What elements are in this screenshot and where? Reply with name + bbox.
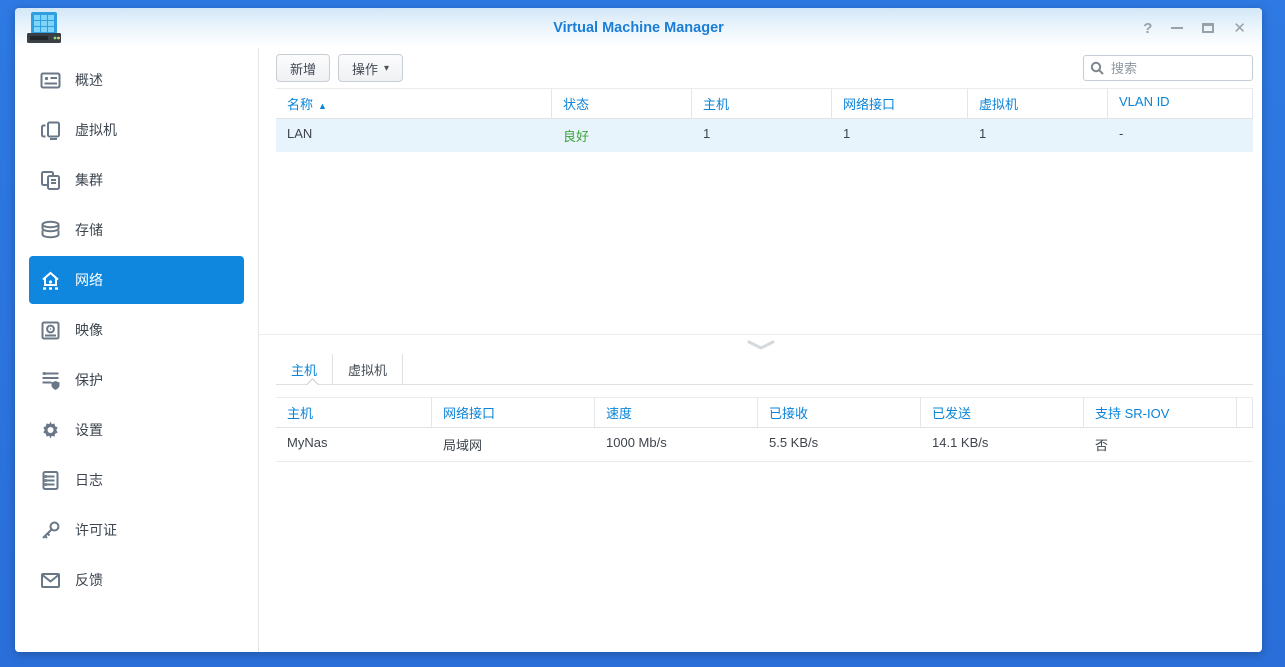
cell-vlan: - (1108, 119, 1253, 152)
sidebar-item-label: 日志 (75, 470, 103, 490)
cell-interface: 局域网 (432, 428, 595, 461)
column-header-sriov[interactable]: 支持 SR-IOV (1084, 398, 1237, 427)
cell-status: 良好 (552, 119, 692, 152)
image-icon (40, 320, 61, 341)
maximize-icon (1202, 23, 1214, 33)
action-button-label: 操作 (352, 59, 378, 78)
cell-received: 5.5 KB/s (758, 428, 921, 461)
column-header-speed[interactable]: 速度 (595, 398, 758, 427)
minimize-button[interactable] (1171, 27, 1183, 29)
cluster-icon (40, 170, 61, 191)
detail-tabs: 主机 虚拟机 (276, 354, 1253, 385)
help-icon: ? (1143, 21, 1152, 36)
host-row-mynas[interactable]: MyNas 局域网 1000 Mb/s 5.5 KB/s 14.1 KB/s 否 (276, 428, 1253, 462)
vmm-window: Virtual Machine Manager ? ✕ 概述 (15, 8, 1262, 652)
sidebar-item-settings[interactable]: 设置 (29, 406, 244, 454)
column-header-received[interactable]: 已接收 (758, 398, 921, 427)
vm-icon (40, 120, 61, 141)
cell-speed: 1000 Mb/s (595, 428, 758, 461)
vmm-app-icon (25, 11, 63, 45)
close-icon: ✕ (1233, 21, 1246, 36)
close-button[interactable]: ✕ (1233, 21, 1246, 36)
maximize-button[interactable] (1202, 23, 1214, 33)
search-box (1083, 55, 1253, 81)
sidebar-item-label: 存储 (75, 220, 103, 240)
storage-icon (40, 220, 61, 241)
column-header-vms[interactable]: 虚拟机 (968, 89, 1108, 118)
network-row-lan[interactable]: LAN 良好 1 1 1 - (276, 119, 1253, 152)
sidebar-item-cluster[interactable]: 集群 (29, 156, 244, 204)
chevron-down-icon (747, 340, 775, 350)
sidebar-item-log[interactable]: 日志 (29, 456, 244, 504)
column-header-host[interactable]: 主机 (276, 398, 432, 427)
sidebar-item-label: 虚拟机 (75, 120, 117, 140)
column-header-spacer (1237, 398, 1253, 427)
log-icon (40, 470, 61, 491)
sidebar-item-label: 反馈 (75, 570, 103, 590)
column-header-host[interactable]: 主机 (692, 89, 832, 118)
action-dropdown-button[interactable]: 操作 ▾ (338, 54, 403, 82)
sidebar-item-protection[interactable]: 保护 (29, 356, 244, 404)
add-button[interactable]: 新增 (276, 54, 330, 82)
network-icon (40, 270, 61, 291)
overview-icon (40, 70, 61, 91)
sidebar-item-vm[interactable]: 虚拟机 (29, 106, 244, 154)
column-header-vlan[interactable]: VLAN ID (1108, 89, 1253, 118)
cell-host: 1 (692, 119, 832, 152)
sidebar-item-label: 映像 (75, 320, 103, 340)
cell-sriov: 否 (1084, 428, 1237, 461)
window-controls: ? ✕ (1143, 8, 1246, 48)
main-panel: 新增 操作 ▾ (259, 48, 1262, 652)
column-header-interfaces[interactable]: 网络接口 (832, 89, 968, 118)
license-icon (40, 520, 61, 541)
minimize-icon (1171, 27, 1183, 29)
sidebar-item-license[interactable]: 许可证 (29, 506, 244, 554)
search-input[interactable] (1083, 55, 1253, 81)
sidebar-item-label: 网络 (75, 270, 103, 290)
sidebar: 概述 虚拟机 (15, 48, 259, 652)
cell-spacer (1237, 428, 1253, 461)
sort-asc-icon: ▲ (318, 101, 327, 111)
column-header-status[interactable]: 状态 (552, 89, 692, 118)
sidebar-item-image[interactable]: 映像 (29, 306, 244, 354)
sidebar-item-storage[interactable]: 存储 (29, 206, 244, 254)
cell-name: LAN (276, 119, 552, 152)
column-header-name[interactable]: 名称▲ (276, 89, 552, 118)
sidebar-item-label: 设置 (75, 420, 103, 440)
titlebar: Virtual Machine Manager ? ✕ (15, 8, 1262, 48)
toolbar: 新增 操作 ▾ (259, 48, 1262, 88)
column-header-sent[interactable]: 已发送 (921, 398, 1084, 427)
tab-host[interactable]: 主机 (276, 354, 333, 384)
feedback-icon (40, 570, 61, 591)
network-table-empty-area (259, 152, 1262, 334)
pane-splitter[interactable] (259, 334, 1262, 354)
caret-down-icon: ▾ (384, 63, 389, 74)
settings-icon (40, 420, 61, 441)
cell-vms: 1 (968, 119, 1108, 152)
sidebar-item-label: 概述 (75, 70, 103, 90)
network-table: 名称▲ 状态 主机 网络接口 虚拟机 VLAN ID LAN 良好 1 1 1 … (276, 88, 1253, 152)
sidebar-item-label: 集群 (75, 170, 103, 190)
page-title: Virtual Machine Manager (553, 20, 724, 36)
sidebar-item-label: 许可证 (75, 520, 117, 540)
cell-sent: 14.1 KB/s (921, 428, 1084, 461)
tab-vm[interactable]: 虚拟机 (333, 354, 403, 384)
sidebar-item-network[interactable]: 网络 (29, 256, 244, 304)
host-table: 主机 网络接口 速度 已接收 已发送 支持 SR-IOV MyNas 局域网 1… (276, 397, 1253, 462)
search-icon (1090, 61, 1104, 75)
sidebar-item-overview[interactable]: 概述 (29, 56, 244, 104)
sidebar-item-feedback[interactable]: 反馈 (29, 556, 244, 604)
add-button-label: 新增 (290, 59, 316, 78)
help-button[interactable]: ? (1143, 21, 1152, 36)
protection-icon (40, 370, 61, 391)
cell-host: MyNas (276, 428, 432, 461)
host-table-header: 主机 网络接口 速度 已接收 已发送 支持 SR-IOV (276, 397, 1253, 428)
cell-interfaces: 1 (832, 119, 968, 152)
network-table-header: 名称▲ 状态 主机 网络接口 虚拟机 VLAN ID (276, 88, 1253, 119)
sidebar-item-label: 保护 (75, 370, 103, 390)
column-header-interface[interactable]: 网络接口 (432, 398, 595, 427)
